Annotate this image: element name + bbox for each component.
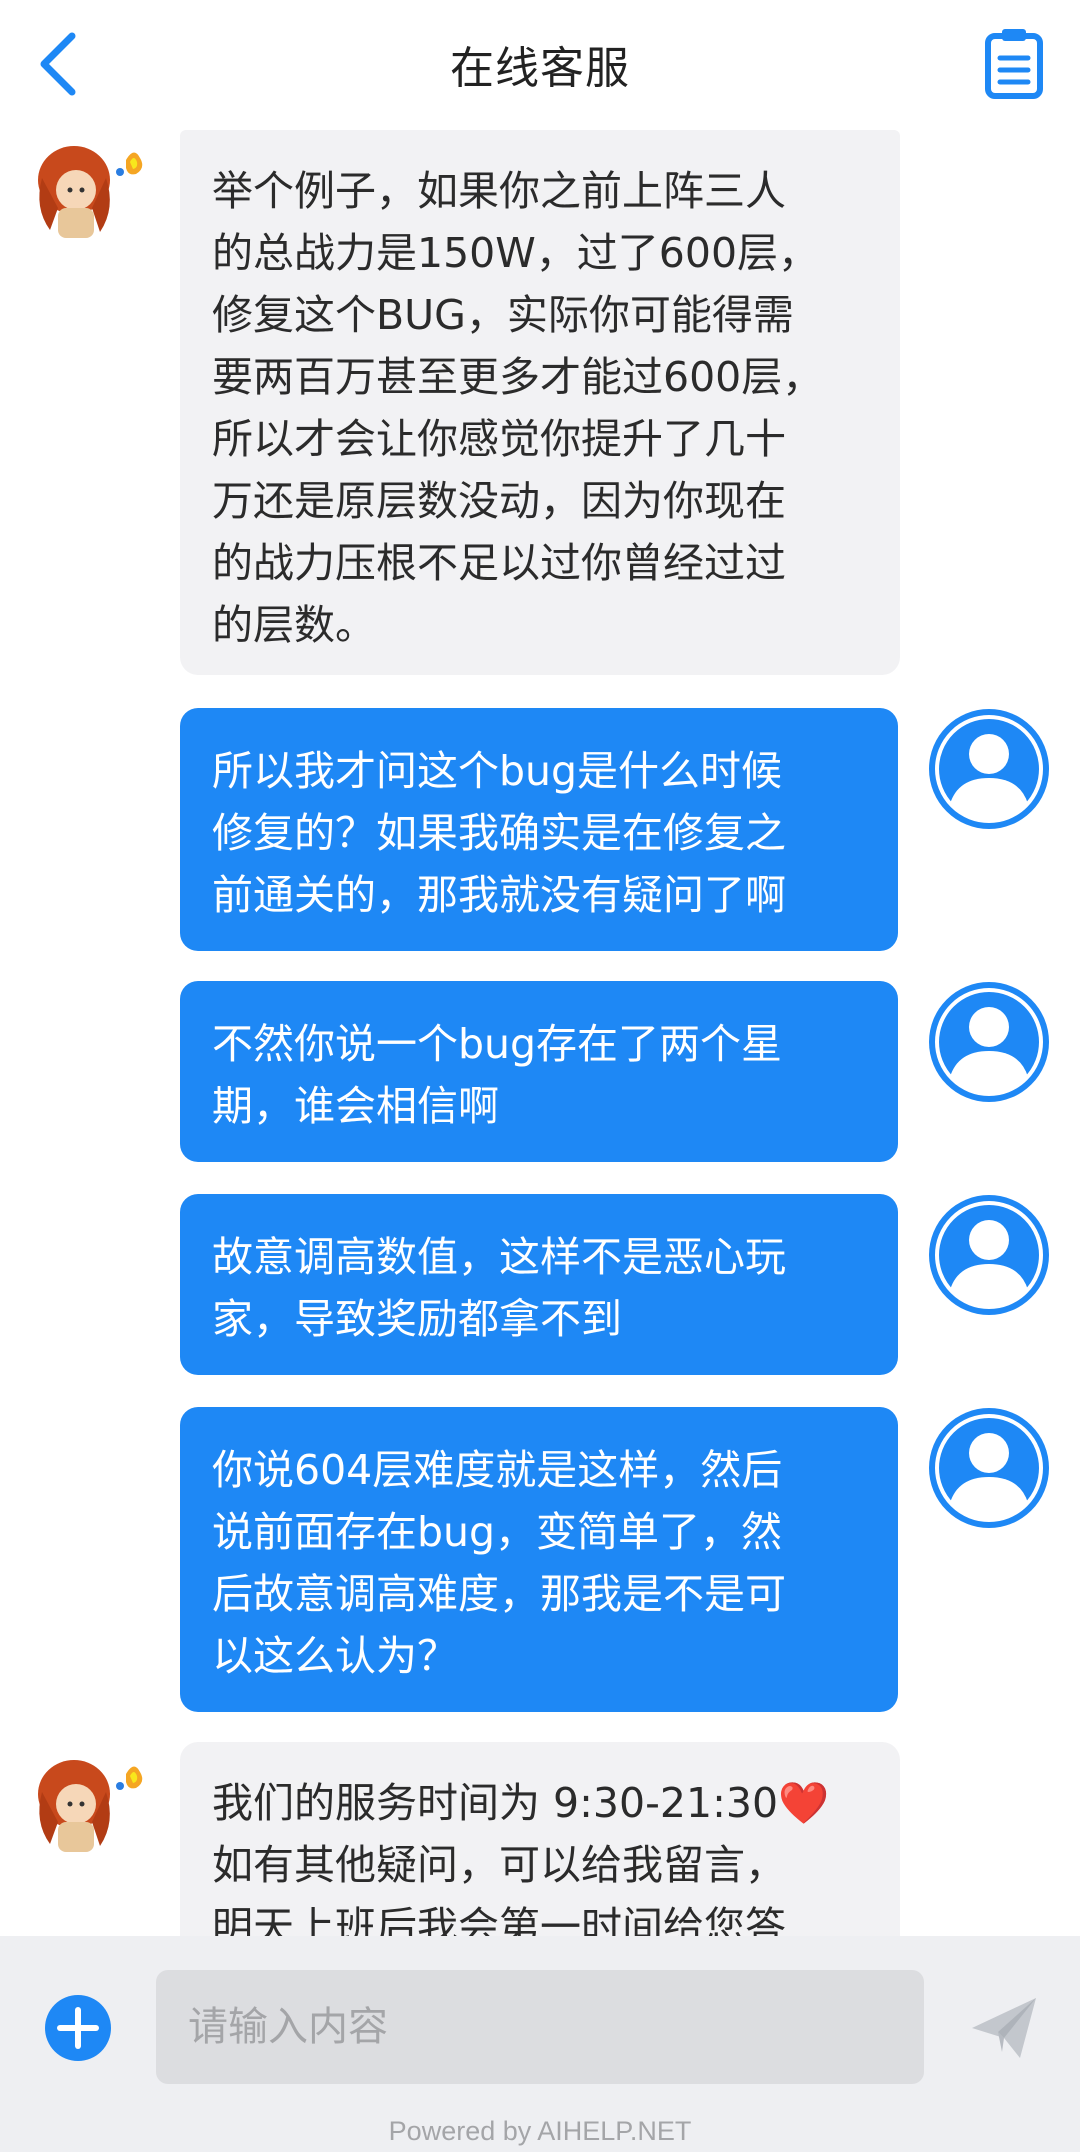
user-message-bubble: 不然你说一个bug存在了两个星 期，谁会相信啊: [180, 981, 898, 1162]
user-message-bubble: 你说604层难度就是这样，然后 说前面存在bug，变简单了，然 后故意调高难度，…: [180, 1407, 898, 1712]
send-button[interactable]: [968, 1992, 1040, 2064]
user-avatar-icon: [929, 1408, 1049, 1528]
agent-character-avatar-icon: [38, 1760, 143, 1852]
input-bar: Powered by AIHELP.NET: [0, 1936, 1080, 2152]
agent-message-bubble: 我们的服务时间为 9:30-21:30❤️ 如有其他疑问，可以给我留言， 明天上…: [180, 1742, 900, 1936]
page-title: 在线客服: [450, 43, 630, 94]
message-input[interactable]: [156, 1970, 924, 2084]
user-avatar: [928, 708, 1050, 830]
agent-avatar: [28, 1752, 150, 1862]
user-avatar: [928, 1407, 1050, 1529]
agent-character-avatar-icon: [38, 146, 143, 238]
user-avatar-icon: [929, 709, 1049, 829]
user-message-bubble: 故意调高数值，这样不是恶心玩 家，导致奖励都拿不到: [180, 1194, 898, 1375]
user-avatar: [928, 1194, 1050, 1316]
user-avatar-icon: [929, 982, 1049, 1102]
agent-avatar: [28, 138, 150, 248]
attach-button[interactable]: [44, 1994, 112, 2062]
chat-header: 在线客服: [0, 0, 1080, 130]
plus-circle-icon: [45, 1995, 111, 2061]
user-message-bubble: 所以我才问这个bug是什么时候 修复的？如果我确实是在修复之 前通关的，那我就没…: [180, 708, 898, 951]
paper-plane-icon: [972, 1998, 1036, 2058]
user-avatar: [928, 981, 1050, 1103]
powered-by-footer: Powered by AIHELP.NET: [388, 2116, 692, 2146]
clipboard-list-icon: [985, 29, 1043, 99]
user-avatar-icon: [929, 1195, 1049, 1315]
agent-message-bubble: 举个例子，如果你之前上阵三人 的总战力是150W，过了600层， 修复这个BUG…: [180, 130, 900, 675]
clipboard-button[interactable]: [982, 26, 1048, 102]
chat-messages[interactable]: 举个例子，如果你之前上阵三人 的总战力是150W，过了600层， 修复这个BUG…: [0, 130, 1080, 1936]
